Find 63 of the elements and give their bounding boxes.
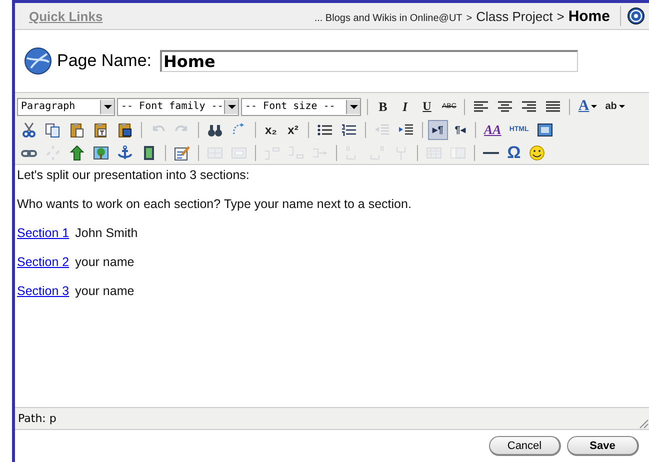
- breadcrumb-link[interactable]: Class Project: [476, 8, 553, 24]
- special-character-button[interactable]: Ω: [504, 142, 524, 162]
- underline-button[interactable]: U: [417, 96, 437, 116]
- breadcrumb-separator: >: [466, 12, 472, 24]
- outdent-icon: [374, 122, 390, 138]
- paragraph-text: Let's split our presentation into 3 sections:: [17, 167, 250, 183]
- clipboard-document-icon: [117, 122, 133, 138]
- pencil-form-icon: [174, 144, 190, 160]
- assignee-name: John Smith: [75, 225, 138, 241]
- bold-button[interactable]: B: [373, 96, 393, 116]
- breadcrumb-separator: >: [556, 8, 564, 24]
- table-cell-icon: [231, 144, 247, 160]
- clipboard-icon: [69, 122, 85, 138]
- text-color-button[interactable]: A: [575, 96, 600, 116]
- cut-icon: [21, 122, 37, 138]
- section-link[interactable]: Section 1: [17, 225, 70, 241]
- section-link[interactable]: Section 3: [17, 283, 70, 299]
- resize-grip-icon[interactable]: [637, 417, 649, 429]
- superscript-button[interactable]: x²: [283, 120, 303, 140]
- right-to-left-button[interactable]: ¶◂: [450, 120, 470, 140]
- table-row-icon: [207, 144, 223, 160]
- page-name-field[interactable]: Home: [160, 50, 578, 72]
- breadcrumb-link[interactable]: ... Blogs and Wikis in Online@UT: [314, 12, 462, 24]
- up-arrow-icon: [69, 144, 85, 160]
- bullet-list-icon: [317, 122, 333, 138]
- numbered-list-icon: [341, 122, 357, 138]
- breadcrumb-link[interactable]: Home: [568, 8, 610, 24]
- indent-icon: [398, 122, 414, 138]
- copy-icon: [45, 122, 61, 138]
- picture-icon: [93, 144, 109, 160]
- help-icon[interactable]: [627, 7, 645, 25]
- font-family-select[interactable]: -- Font family --: [117, 98, 239, 116]
- panel-icon: [536, 122, 553, 138]
- left-to-right-button[interactable]: ▸¶: [428, 120, 448, 140]
- italic-button[interactable]: I: [395, 96, 415, 116]
- format-select[interactable]: Paragraph: [17, 98, 115, 116]
- section-link[interactable]: Section 2: [17, 254, 70, 270]
- element-path: Path: p: [18, 412, 56, 425]
- column-insert-icon: [369, 144, 385, 160]
- horizontal-line-icon: [483, 152, 499, 154]
- styles-button[interactable]: AA: [481, 120, 504, 140]
- assignee-name: your name: [75, 254, 134, 270]
- paragraph-text: Who wants to work on each section? Type your name next to a section.: [17, 196, 412, 212]
- font-size-select[interactable]: -- Font size --: [241, 98, 361, 116]
- row-insert-icon: [288, 144, 304, 160]
- subscript-button[interactable]: x₂: [261, 120, 281, 140]
- globe-icon: [23, 46, 53, 76]
- smiley-icon: [529, 144, 545, 160]
- page-name-label: Page Name:: [57, 51, 152, 71]
- clipboard-text-icon: [93, 122, 109, 138]
- film-strip-icon: [141, 144, 157, 160]
- table-grid-icon: [426, 144, 442, 160]
- assignee-name: your name: [75, 283, 134, 299]
- row-insert-icon: [264, 144, 280, 160]
- cancel-button[interactable]: Cancel: [489, 436, 561, 456]
- align-left-icon: [473, 98, 490, 114]
- highlight-color-button[interactable]: ab: [602, 96, 628, 116]
- anchor-icon: [117, 144, 133, 160]
- table-merge-icon: [450, 144, 466, 160]
- align-right-icon: [521, 98, 538, 114]
- align-center-icon: [497, 98, 514, 114]
- save-button[interactable]: Save: [567, 436, 639, 456]
- align-justify-icon: [545, 98, 562, 114]
